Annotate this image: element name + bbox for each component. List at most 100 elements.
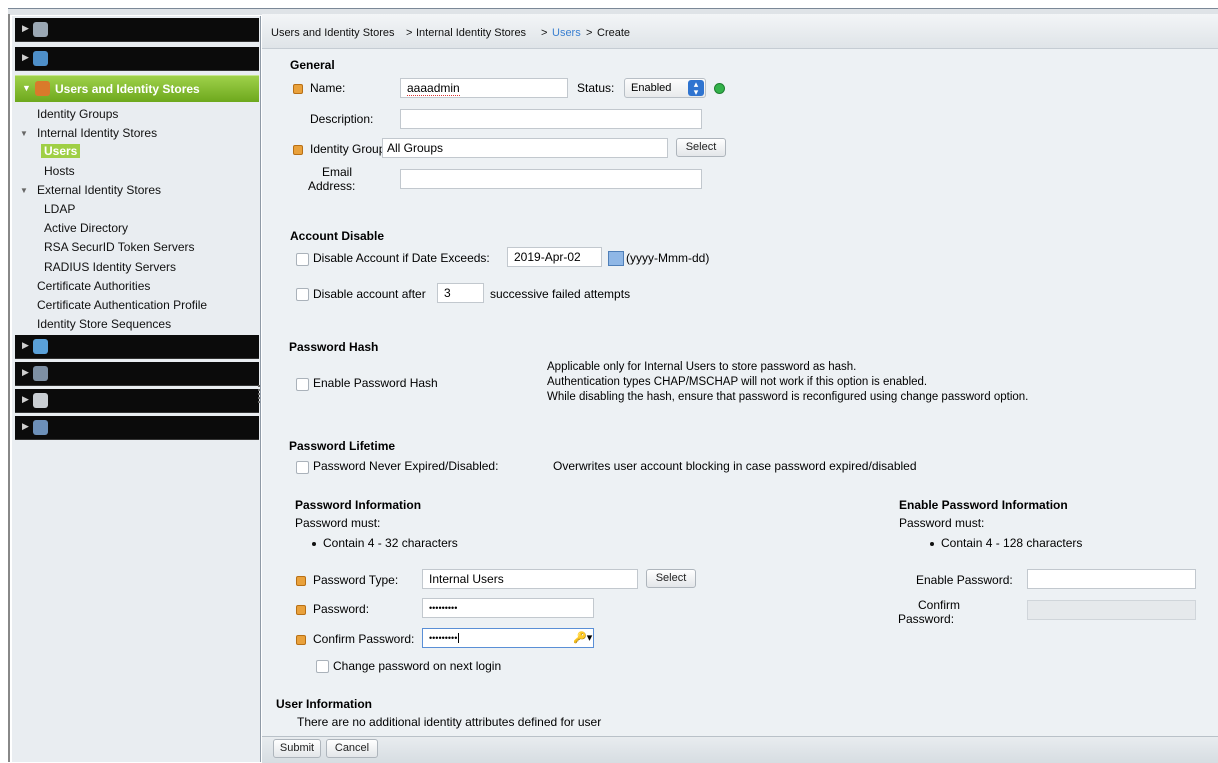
- disable-date-field[interactable]: 2019-Apr-02: [507, 247, 602, 267]
- section-password-info-title: Password Information: [295, 498, 422, 512]
- email-label: Email Address:: [308, 165, 356, 193]
- sidebar-item-radius-servers[interactable]: RADIUS Identity Servers: [44, 260, 176, 274]
- password-type-field[interactable]: Internal Users: [422, 569, 638, 589]
- nav-drawer-network-resources[interactable]: ▶: [15, 18, 259, 42]
- password-field[interactable]: •••••••••: [422, 598, 594, 618]
- breadcrumb-separator: >: [541, 27, 548, 39]
- nav-drawer-monitoring[interactable]: ▶: [15, 362, 259, 386]
- email-field[interactable]: [400, 169, 702, 189]
- sidebar-item-certificate-authorities[interactable]: Certificate Authorities: [37, 279, 150, 293]
- breadcrumb-internal-identity-stores[interactable]: Internal Identity Stores: [416, 27, 526, 39]
- breadcrumb-separator: >: [586, 27, 593, 39]
- sidebar-item-rsa-securid[interactable]: RSA SecurID Token Servers: [44, 240, 195, 254]
- section-account-disable-title: Account Disable: [290, 229, 385, 243]
- sidebar-item-users[interactable]: Users: [41, 144, 81, 158]
- identity-group-select-button[interactable]: Select: [676, 138, 726, 157]
- main-content: Users and Identity Stores > Internal Ide…: [262, 14, 1218, 763]
- enable-password-hash-checkbox[interactable]: [296, 378, 309, 391]
- failed-attempts-field[interactable]: 3: [437, 283, 484, 303]
- date-format-hint: (yyyy-Mmm-dd): [626, 251, 710, 265]
- enable-confirm-password-label: Confirm Password:: [898, 598, 961, 626]
- nav-drawer-system-admin[interactable]: ▶: [15, 416, 259, 440]
- bullet-icon: [312, 542, 316, 546]
- password-must-label: Password must:: [295, 516, 381, 530]
- identity-group-label: Identity Group:: [310, 142, 389, 156]
- description-label: Description:: [310, 112, 374, 126]
- sidebar-item-ldap[interactable]: LDAP: [44, 202, 75, 216]
- navigation-sidebar: ▶ ▶ ▼ Users and Identity Stores Identity…: [12, 16, 261, 762]
- disable-date-checkbox[interactable]: [296, 253, 309, 266]
- cancel-button[interactable]: Cancel: [326, 739, 378, 758]
- confirm-password-label: Confirm Password:: [313, 632, 415, 646]
- sidebar-item-internal-identity-stores[interactable]: Internal Identity Stores: [37, 126, 157, 140]
- status-enabled-icon: [714, 83, 725, 94]
- tree-collapse-icon[interactable]: ▼: [20, 186, 28, 195]
- disable-after-checkbox[interactable]: [296, 288, 309, 301]
- calendar-icon[interactable]: [608, 251, 624, 266]
- sidebar-item-identity-store-sequences[interactable]: Identity Store Sequences: [37, 317, 171, 331]
- password-rule: Contain 4 - 32 characters: [323, 536, 458, 550]
- confirm-password-value: •••••••••: [429, 633, 458, 643]
- required-marker-icon: [293, 145, 303, 155]
- policy-elements-icon: [33, 51, 48, 66]
- password-lifetime-note: Overwrites user account blocking in case…: [553, 459, 917, 473]
- password-type-value: Internal Users: [429, 572, 504, 586]
- status-select[interactable]: Enabled ▴ ▾: [624, 78, 706, 98]
- password-hash-note-1: Applicable only for Internal Users to st…: [547, 361, 857, 373]
- sidebar-item-identity-groups[interactable]: Identity Groups: [37, 107, 118, 121]
- nav-drawer-policy-elements[interactable]: ▶: [15, 47, 259, 71]
- enable-password-field[interactable]: [1027, 569, 1196, 589]
- failed-attempts-value: 3: [444, 286, 451, 300]
- window-left-border: [8, 14, 10, 762]
- expand-arrow-icon: ▶: [22, 421, 29, 431]
- password-label: Password:: [313, 602, 370, 616]
- password-type-select-button[interactable]: Select: [646, 569, 696, 588]
- password-hash-note-2: Authentication types CHAP/MSCHAP will no…: [547, 376, 928, 388]
- breadcrumb-create: Create: [597, 27, 631, 39]
- name-label: Name:: [310, 81, 346, 95]
- status-value: Enabled: [631, 82, 672, 94]
- description-field[interactable]: [400, 109, 702, 129]
- nav-drawer-access-policies[interactable]: ▶: [15, 335, 259, 359]
- tree-collapse-icon[interactable]: ▼: [20, 129, 28, 138]
- nav-drawer-users-identity-stores[interactable]: ▼ Users and Identity Stores: [15, 75, 259, 102]
- required-marker-icon: [296, 635, 306, 645]
- expand-arrow-icon: ▶: [22, 23, 29, 33]
- disable-date-label: Disable Account if Date Exceeds:: [313, 251, 490, 265]
- password-hash-note-3: While disabling the hash, ensure that pa…: [547, 391, 1029, 403]
- password-never-expired-label: Password Never Expired/Disabled:: [313, 459, 499, 473]
- sidebar-item-external-identity-stores[interactable]: External Identity Stores: [37, 183, 161, 197]
- breadcrumb-users-identity-stores[interactable]: Users and Identity Stores: [271, 27, 395, 39]
- section-user-info-title: User Information: [276, 697, 373, 711]
- password-never-expired-checkbox[interactable]: [296, 461, 309, 474]
- required-marker-icon: [296, 605, 306, 615]
- section-enable-password-title: Enable Password Information: [899, 498, 1068, 512]
- sidebar-item-hosts[interactable]: Hosts: [44, 164, 75, 178]
- password-type-label: Password Type:: [313, 573, 399, 587]
- collapse-arrow-icon: ▼: [22, 83, 31, 93]
- submit-button[interactable]: Submit: [273, 739, 321, 758]
- key-dropdown-icon[interactable]: 🔑▾: [573, 631, 592, 644]
- name-value: aaaadmin: [407, 81, 460, 96]
- monitoring-icon: [33, 366, 48, 381]
- required-marker-icon: [296, 576, 306, 586]
- enable-password-label: Enable Password:: [916, 573, 1013, 587]
- breadcrumb-users[interactable]: Users: [552, 27, 581, 39]
- nav-drawer-reports[interactable]: ▶: [15, 389, 259, 413]
- confirm-password-field[interactable]: •••••••••: [422, 628, 594, 648]
- change-password-checkbox[interactable]: [316, 660, 329, 673]
- status-label: Status:: [577, 81, 615, 95]
- users-identity-icon: [35, 81, 50, 96]
- identity-group-value: All Groups: [387, 141, 444, 155]
- reports-icon: [33, 393, 48, 408]
- sidebar-item-active-directory[interactable]: Active Directory: [44, 221, 128, 235]
- identity-group-field[interactable]: All Groups: [382, 138, 668, 158]
- access-policies-icon: [33, 339, 48, 354]
- section-password-hash-title: Password Hash: [289, 340, 379, 354]
- breadcrumb-separator: >: [406, 27, 413, 39]
- text-cursor: [458, 633, 460, 643]
- sidebar-item-cert-auth-profile[interactable]: Certificate Authentication Profile: [37, 298, 207, 312]
- enable-password-must-label: Password must:: [899, 516, 985, 530]
- system-admin-icon: [33, 420, 48, 435]
- name-field[interactable]: aaaadmin: [400, 78, 568, 98]
